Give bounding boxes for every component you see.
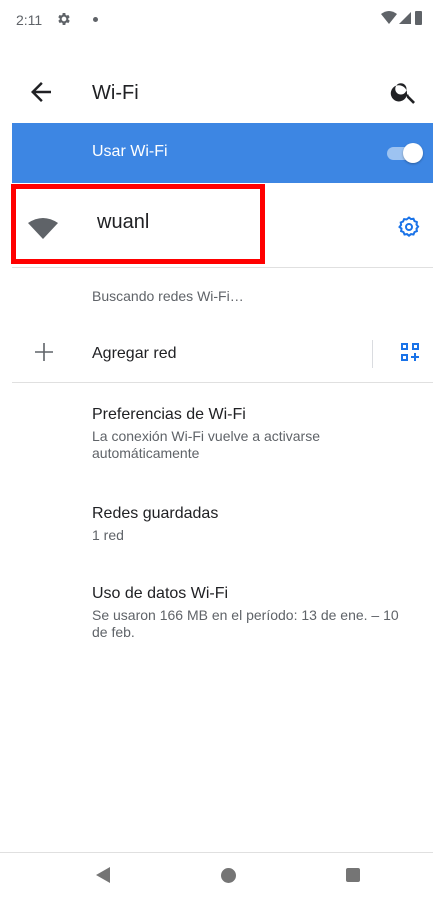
wifi-preferences-summary: La conexión Wi-Fi vuelve a activarse aut… [92, 428, 320, 461]
scan-status-text: Buscando redes Wi-Fi… [92, 288, 244, 304]
toggle-thumb [403, 143, 423, 163]
nav-back-triangle-icon[interactable] [96, 867, 110, 883]
divider [12, 267, 433, 268]
wifi-full-icon [28, 218, 58, 239]
qr-code-scanner-icon[interactable] [398, 340, 422, 364]
wifi-data-usage-item[interactable]: Uso de datos Wi-Fi Se usaron 166 MB en e… [92, 584, 412, 641]
connected-network-row[interactable]: wuanl [0, 183, 433, 267]
back-arrow-icon[interactable] [26, 77, 56, 107]
saved-networks-summary: 1 red [92, 527, 124, 543]
wifi-toggle-switch[interactable] [387, 143, 423, 163]
network-settings-gear-icon[interactable] [397, 215, 421, 239]
divider [12, 382, 433, 383]
wifi-settings-screen: 2:11 Wi-Fi Usar Wi-Fi wuanl Buscando red… [0, 0, 433, 899]
cell-signal-icon [399, 12, 411, 24]
page-title: Wi-Fi [92, 82, 139, 104]
status-indicators [381, 11, 422, 25]
navigation-bar [0, 852, 433, 899]
network-name: wuanl [97, 211, 150, 233]
nav-recents-square-icon[interactable] [346, 868, 360, 882]
app-bar: Wi-Fi [0, 60, 433, 122]
saved-networks-title: Redes guardadas [92, 505, 219, 522]
use-wifi-toggle-row[interactable]: Usar Wi-Fi [12, 123, 433, 183]
search-icon[interactable] [389, 77, 419, 107]
wifi-signal-icon [381, 11, 397, 24]
notification-dot-icon [93, 17, 98, 22]
saved-networks-item[interactable]: Redes guardadas 1 red [92, 504, 412, 544]
wifi-preferences-title: Preferencias de Wi-Fi [92, 406, 246, 423]
use-wifi-label: Usar Wi-Fi [92, 143, 168, 160]
status-bar: 2:11 [0, 0, 433, 40]
wifi-data-usage-title: Uso de datos Wi-Fi [92, 585, 229, 602]
settings-gear-icon [58, 13, 70, 25]
nav-home-circle-icon[interactable] [221, 868, 236, 883]
plus-icon [35, 343, 53, 361]
wifi-preferences-item[interactable]: Preferencias de Wi-Fi La conexión Wi-Fi … [92, 405, 412, 462]
battery-icon [415, 11, 422, 25]
wifi-data-usage-summary: Se usaron 166 MB en el período: 13 de en… [92, 607, 399, 640]
vertical-separator [372, 340, 373, 368]
status-time: 2:11 [16, 12, 43, 28]
add-network-label: Agregar red [92, 345, 177, 362]
add-network-row[interactable]: Agregar red [0, 326, 433, 382]
